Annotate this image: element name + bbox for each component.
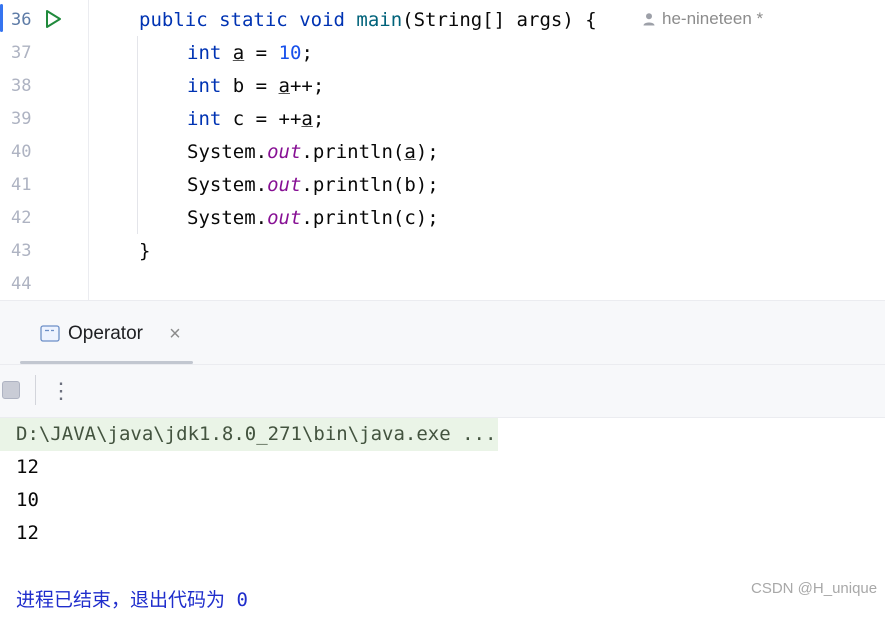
stop-icon[interactable] bbox=[2, 381, 20, 399]
toolbar-divider bbox=[35, 375, 36, 405]
console-output-line: 10 bbox=[16, 489, 39, 511]
line-number: 39 bbox=[11, 109, 32, 129]
console-command-line[interactable]: D:\JAVA\java\jdk1.8.0_271\bin\java.exe .… bbox=[0, 418, 499, 451]
keyword-token: int bbox=[187, 108, 222, 130]
static-field-token: out bbox=[267, 174, 302, 196]
watermark: CSDN @H_unique bbox=[751, 580, 878, 597]
code-line-39: int c = ++a; bbox=[187, 103, 324, 136]
line-number: 36 bbox=[11, 10, 32, 30]
number-token: 10 bbox=[278, 42, 302, 64]
console-output-line: 12 bbox=[16, 522, 39, 544]
editor-gutter: 36 37 38 39 40 41 42 43 44 bbox=[0, 0, 89, 300]
console-output-line: 12 bbox=[16, 456, 39, 478]
code-token: System. bbox=[187, 141, 268, 163]
static-field-token: out bbox=[267, 141, 302, 163]
tab-label: Operator bbox=[68, 323, 143, 344]
method-name-token: main bbox=[356, 9, 403, 31]
code-token: ); bbox=[415, 141, 439, 163]
code-line-40: System.out.println(a); bbox=[187, 136, 439, 169]
code-token: (String[] args) { bbox=[402, 9, 597, 31]
more-options-icon[interactable]: ⋮ bbox=[50, 377, 72, 405]
code-line-43: } bbox=[139, 235, 150, 268]
line-number: 41 bbox=[11, 175, 32, 195]
console-exit-message: 进程已结束，退出代码为 0 bbox=[16, 589, 248, 611]
code-editor[interactable]: 36 37 38 39 40 41 42 43 44 public static… bbox=[0, 0, 885, 300]
code-line-37: int a = 10; bbox=[187, 37, 313, 70]
run-tool-window: Operator × ⋮ D:\JAVA\java\jdk1.8.0_271\b… bbox=[0, 300, 885, 611]
run-icon[interactable] bbox=[42, 8, 64, 30]
line-number: 40 bbox=[11, 142, 32, 162]
close-icon[interactable]: × bbox=[163, 322, 187, 346]
keyword-token: public bbox=[139, 9, 208, 31]
active-tab-indicator bbox=[20, 361, 193, 364]
line-number: 37 bbox=[11, 43, 32, 63]
line-number: 38 bbox=[11, 76, 32, 96]
code-token: .println(b); bbox=[301, 174, 439, 196]
code-author-hint[interactable]: he-nineteen * bbox=[642, 8, 763, 30]
code-token: } bbox=[139, 240, 151, 262]
active-line-marker bbox=[0, 4, 3, 32]
author-name: he-nineteen * bbox=[662, 9, 764, 28]
console-output[interactable]: D:\JAVA\java\jdk1.8.0_271\bin\java.exe .… bbox=[0, 418, 885, 611]
code-token: = bbox=[244, 42, 279, 64]
code-token: ; bbox=[312, 108, 325, 130]
code-area[interactable]: public static void main(String[] args) {… bbox=[89, 0, 885, 300]
keyword-token: static bbox=[219, 9, 288, 31]
console-tab-icon bbox=[40, 325, 60, 342]
keyword-token: void bbox=[299, 9, 345, 31]
indent-guide bbox=[137, 36, 138, 234]
code-token: System. bbox=[187, 207, 268, 229]
static-field-token: out bbox=[267, 207, 302, 229]
code-token: b = bbox=[221, 75, 279, 97]
code-token: ++; bbox=[289, 75, 325, 97]
run-toolbar: ⋮ bbox=[0, 365, 885, 418]
user-icon bbox=[643, 13, 655, 26]
tab-operator[interactable]: Operator × bbox=[20, 301, 193, 364]
code-token: System. bbox=[187, 174, 268, 196]
line-number: 43 bbox=[11, 241, 32, 261]
code-token: ; bbox=[301, 42, 313, 64]
variable-token: a bbox=[232, 42, 245, 64]
code-line-41: System.out.println(b); bbox=[187, 169, 439, 202]
code-line-36: public static void main(String[] args) { bbox=[139, 4, 597, 37]
variable-token: a bbox=[278, 75, 290, 97]
code-line-42: System.out.println(c); bbox=[187, 202, 439, 235]
keyword-token: int bbox=[187, 42, 222, 64]
code-token: c = ++ bbox=[221, 108, 302, 130]
code-token: .println( bbox=[301, 141, 405, 163]
variable-token: a bbox=[404, 141, 416, 163]
line-number: 42 bbox=[11, 208, 32, 228]
line-number: 44 bbox=[11, 274, 32, 294]
variable-token: a bbox=[301, 108, 313, 130]
code-token: .println(c); bbox=[301, 207, 439, 229]
keyword-token: int bbox=[187, 75, 222, 97]
code-line-38: int b = a++; bbox=[187, 70, 324, 103]
run-tab-bar: Operator × bbox=[0, 301, 885, 365]
